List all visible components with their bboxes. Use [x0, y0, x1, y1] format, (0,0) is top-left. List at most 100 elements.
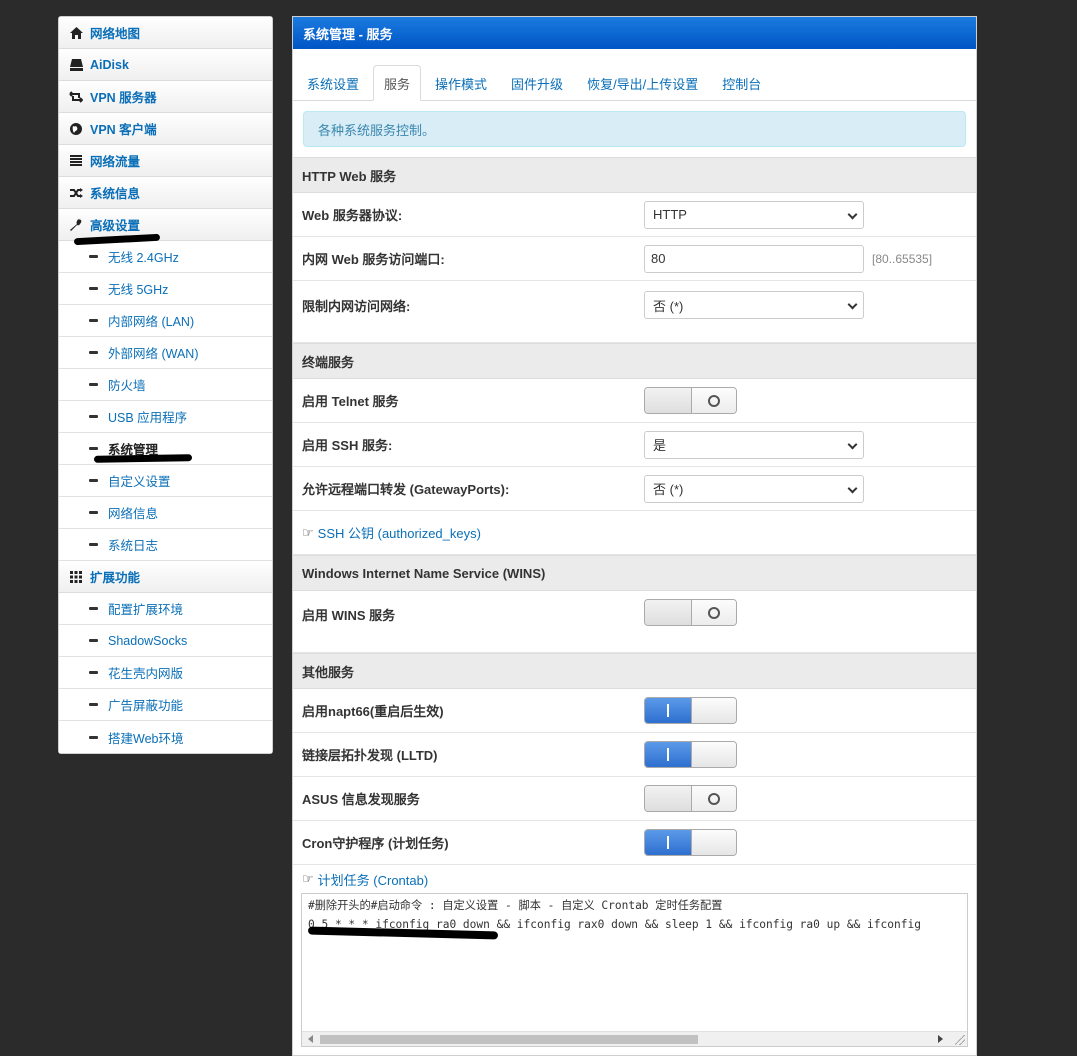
tab-firmware-upgrade[interactable]: 固件升级 [501, 65, 573, 101]
sidebar-sub-wireless-5[interactable]: 无线 5GHz [59, 273, 272, 305]
cron-label: Cron守护程序 (计划任务) [302, 836, 449, 851]
toggle-right [690, 388, 736, 413]
sidebar-sub-usb[interactable]: USB 应用程序 [59, 401, 272, 433]
web-port-input[interactable]: 80 [644, 244, 864, 273]
row-napt66: 启用napt66(重启后生效) [293, 689, 976, 733]
sidebar-sub-netinfo[interactable]: 网络信息 [59, 497, 272, 529]
web-port-label: 内网 Web 服务访问端口: [302, 252, 445, 267]
toggle-left [645, 698, 691, 723]
cron-toggle[interactable] [644, 829, 737, 856]
sidebar-item-vpn-server[interactable]: VPN 服务器 [59, 81, 272, 113]
napt66-toggle[interactable] [644, 697, 737, 724]
row-web-protocol: Web 服务器协议: HTTP [293, 193, 976, 237]
sidebar-sub-lan[interactable]: 内部网络 (LAN) [59, 305, 272, 337]
section-terminal: 终端服务 [293, 343, 976, 379]
horizontal-scrollbar[interactable] [302, 1031, 967, 1046]
sidebar-sub-label: 广告屏蔽功能 [108, 699, 184, 713]
row-restrict-lan: 限制内网访问网络: 否 (*) [293, 281, 976, 343]
toggle-left [645, 742, 691, 767]
chevron-down-icon [847, 483, 858, 493]
dash-icon [89, 351, 98, 354]
sidebar-sub-syslog[interactable]: 系统日志 [59, 529, 272, 561]
row-crontab-link: ☞ 计划任务 (Crontab) [293, 865, 976, 893]
sidebar-item-label: 网络地图 [90, 27, 141, 41]
restrict-lan-select[interactable]: 否 (*) [644, 291, 864, 319]
lltd-toggle[interactable] [644, 741, 737, 768]
dash-icon [89, 287, 98, 290]
row-telnet: 启用 Telnet 服务 [293, 379, 976, 423]
chevron-down-icon [847, 439, 858, 449]
tab-bar: 系统设置 服务 操作模式 固件升级 恢复/导出/上传设置 控制台 [293, 49, 976, 101]
hand-pointer-icon: ☞ [302, 524, 314, 540]
dash-icon [89, 255, 98, 258]
sidebar-item-aidisk[interactable]: AiDisk [59, 49, 272, 81]
dash-icon [89, 543, 98, 546]
circle-icon [707, 606, 720, 619]
sidebar-sub-shadowsocks[interactable]: ShadowSocks [59, 625, 272, 657]
resize-grip-icon[interactable] [955, 1035, 965, 1045]
web-protocol-value: HTTP [653, 207, 687, 222]
page-title: 系统管理 - 服务 [293, 17, 976, 49]
wins-toggle[interactable] [644, 599, 737, 626]
sidebar-item-extensions[interactable]: 扩展功能 [59, 561, 272, 593]
toggle-right [690, 698, 736, 723]
row-asus-discovery: ASUS 信息发现服务 [293, 777, 976, 821]
list-icon [69, 154, 83, 168]
telnet-label: 启用 Telnet 服务 [302, 394, 399, 409]
dash-icon [89, 671, 98, 674]
crontab-textarea[interactable]: #删除开头的#启动命令 : 自定义设置 - 脚本 - 自定义 Crontab 定… [301, 893, 968, 1047]
circle-icon [707, 394, 720, 407]
tab-system-settings[interactable]: 系统设置 [297, 65, 369, 101]
toggle-left [645, 830, 691, 855]
sidebar-sub-wireless-24[interactable]: 无线 2.4GHz [59, 241, 272, 273]
scroll-left-icon[interactable] [308, 1035, 313, 1043]
ssh-select[interactable]: 是 [644, 430, 864, 459]
crontab-link[interactable]: 计划任务 (Crontab) [318, 870, 429, 889]
sidebar-sub-label: 网络信息 [108, 507, 159, 521]
gateway-ports-label: 允许远程端口转发 (GatewayPorts): [302, 482, 510, 497]
dash-icon [89, 319, 98, 322]
sidebar-sub-label: 防火墙 [108, 379, 146, 393]
tab-operation-mode[interactable]: 操作模式 [425, 65, 497, 101]
retweet-icon [69, 90, 83, 104]
sidebar-sub-firewall[interactable]: 防火墙 [59, 369, 272, 401]
ssh-key-link[interactable]: SSH 公钥 (authorized_keys) [318, 523, 481, 542]
sidebar-item-network-map[interactable]: 网络地图 [59, 17, 272, 49]
toggle-right [690, 786, 736, 811]
sidebar-sub-label: 配置扩展环境 [108, 603, 184, 617]
row-ssh: 启用 SSH 服务: 是 [293, 423, 976, 467]
shuffle-icon [69, 186, 83, 200]
wins-label: 启用 WINS 服务 [302, 608, 396, 623]
sidebar-item-traffic[interactable]: 网络流量 [59, 145, 272, 177]
hand-pointer-icon: ☞ [302, 871, 314, 886]
napt66-label: 启用napt66(重启后生效) [302, 704, 444, 719]
sidebar-sub-oray[interactable]: 花生壳内网版 [59, 657, 272, 689]
scrollbar-thumb[interactable] [320, 1035, 698, 1044]
sidebar-sub-ext-env[interactable]: 配置扩展环境 [59, 593, 272, 625]
sidebar-sub-custom[interactable]: 自定义设置 [59, 465, 272, 497]
chevron-down-icon [847, 209, 858, 219]
tab-restore-settings[interactable]: 恢复/导出/上传设置 [577, 65, 708, 101]
tab-console[interactable]: 控制台 [712, 65, 771, 101]
section-http: HTTP Web 服务 [293, 157, 976, 193]
asus-discovery-label: ASUS 信息发现服务 [302, 792, 420, 807]
telnet-toggle[interactable] [644, 387, 737, 414]
sidebar-sub-web-env[interactable]: 搭建Web环境 [59, 721, 272, 753]
main-panel: 系统管理 - 服务 系统设置 服务 操作模式 固件升级 恢复/导出/上传设置 控… [292, 16, 977, 1056]
dash-icon [89, 479, 98, 482]
sidebar-item-system-info[interactable]: 系统信息 [59, 177, 272, 209]
sidebar-item-advanced[interactable]: 高级设置 [59, 209, 272, 241]
restrict-lan-value: 否 (*) [653, 298, 684, 314]
gateway-ports-select[interactable]: 否 (*) [644, 474, 864, 503]
sidebar-item-vpn-client[interactable]: VPN 客户端 [59, 113, 272, 145]
web-protocol-select[interactable]: HTTP [644, 200, 864, 229]
tab-services[interactable]: 服务 [373, 65, 422, 101]
row-lltd: 链接层拓扑发现 (LLTD) [293, 733, 976, 777]
sidebar-sub-wan[interactable]: 外部网络 (WAN) [59, 337, 272, 369]
row-cron: Cron守护程序 (计划任务) [293, 821, 976, 865]
asus-discovery-toggle[interactable] [644, 785, 737, 812]
sidebar-sub-label: 无线 5GHz [108, 283, 169, 297]
sidebar-sub-adblock[interactable]: 广告屏蔽功能 [59, 689, 272, 721]
home-icon [69, 26, 83, 40]
scroll-right-icon[interactable] [938, 1035, 943, 1043]
